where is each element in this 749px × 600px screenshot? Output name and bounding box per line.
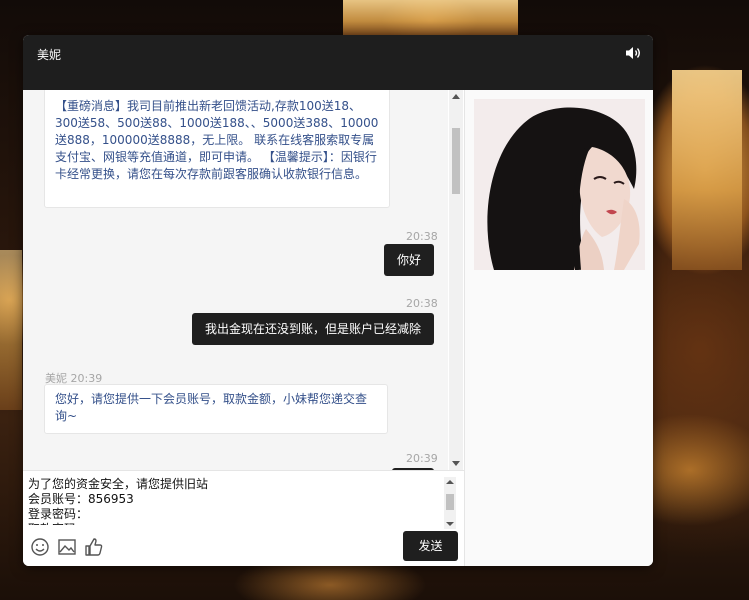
- window-title: 美妮: [37, 48, 62, 62]
- message-composer: 为了您的资金安全，请您提供旧站 会员账号：856953 登录密码： 取款密码： …: [23, 470, 464, 566]
- chat-window: 美妮 【重磅消息】我司目前推出新老回馈活动,存款100送18、300送58、50…: [23, 35, 653, 566]
- input-scrollbar[interactable]: [444, 477, 456, 529]
- message-input[interactable]: 为了您的资金安全，请您提供旧站 会员账号：856953 登录密码： 取款密码：: [28, 477, 438, 525]
- speaker-icon[interactable]: [625, 46, 641, 60]
- scroll-down-arrow-icon[interactable]: [446, 522, 454, 526]
- message-text: 我出金现在还没到账，但是账户已经减除: [204, 322, 421, 336]
- title-bar: 美妮: [23, 35, 653, 90]
- message-text: 您好，请您提供一下会员账号，取款金额，小妹帮您递交查询~: [55, 392, 368, 423]
- scrollbar-thumb[interactable]: [446, 494, 454, 510]
- send-button[interactable]: 发送: [403, 531, 458, 561]
- agent-message: 【重磅消息】我司目前推出新老回馈活动,存款100送18、300送58、500送8…: [44, 90, 390, 208]
- message-list-scrollbar[interactable]: [449, 90, 463, 470]
- scrollbar-thumb[interactable]: [452, 128, 460, 194]
- message-time: 20:38: [406, 230, 438, 243]
- image-icon[interactable]: [57, 537, 77, 557]
- user-message: 你好: [383, 244, 434, 276]
- agent-avatar: [474, 99, 645, 270]
- emoji-icon[interactable]: [30, 537, 50, 557]
- agent-message: 您好，请您提供一下会员账号，取款金额，小妹帮您递交查询~: [44, 384, 388, 434]
- background-tower: [343, 0, 518, 35]
- message-time: 20:38: [406, 297, 438, 310]
- background-tower: [672, 70, 742, 270]
- scroll-down-arrow-icon[interactable]: [452, 461, 460, 466]
- message-list: 【重磅消息】我司目前推出新老回馈活动,存款100送18、300送58、500送8…: [23, 90, 448, 470]
- background-tower: [0, 250, 22, 410]
- thumbs-up-icon[interactable]: [84, 537, 104, 557]
- agent-portrait-image: [474, 99, 645, 270]
- message-time: 20:39: [406, 452, 438, 465]
- message-text: 【重磅消息】我司目前推出新老回馈活动,存款100送18、300送58、500送8…: [55, 99, 379, 181]
- agent-profile-panel: [464, 90, 653, 566]
- scroll-up-arrow-icon[interactable]: [452, 94, 460, 99]
- user-message: 我出金现在还没到账，但是账户已经减除: [191, 313, 434, 345]
- message-text: 你好: [396, 253, 421, 267]
- scroll-up-arrow-icon[interactable]: [446, 480, 454, 484]
